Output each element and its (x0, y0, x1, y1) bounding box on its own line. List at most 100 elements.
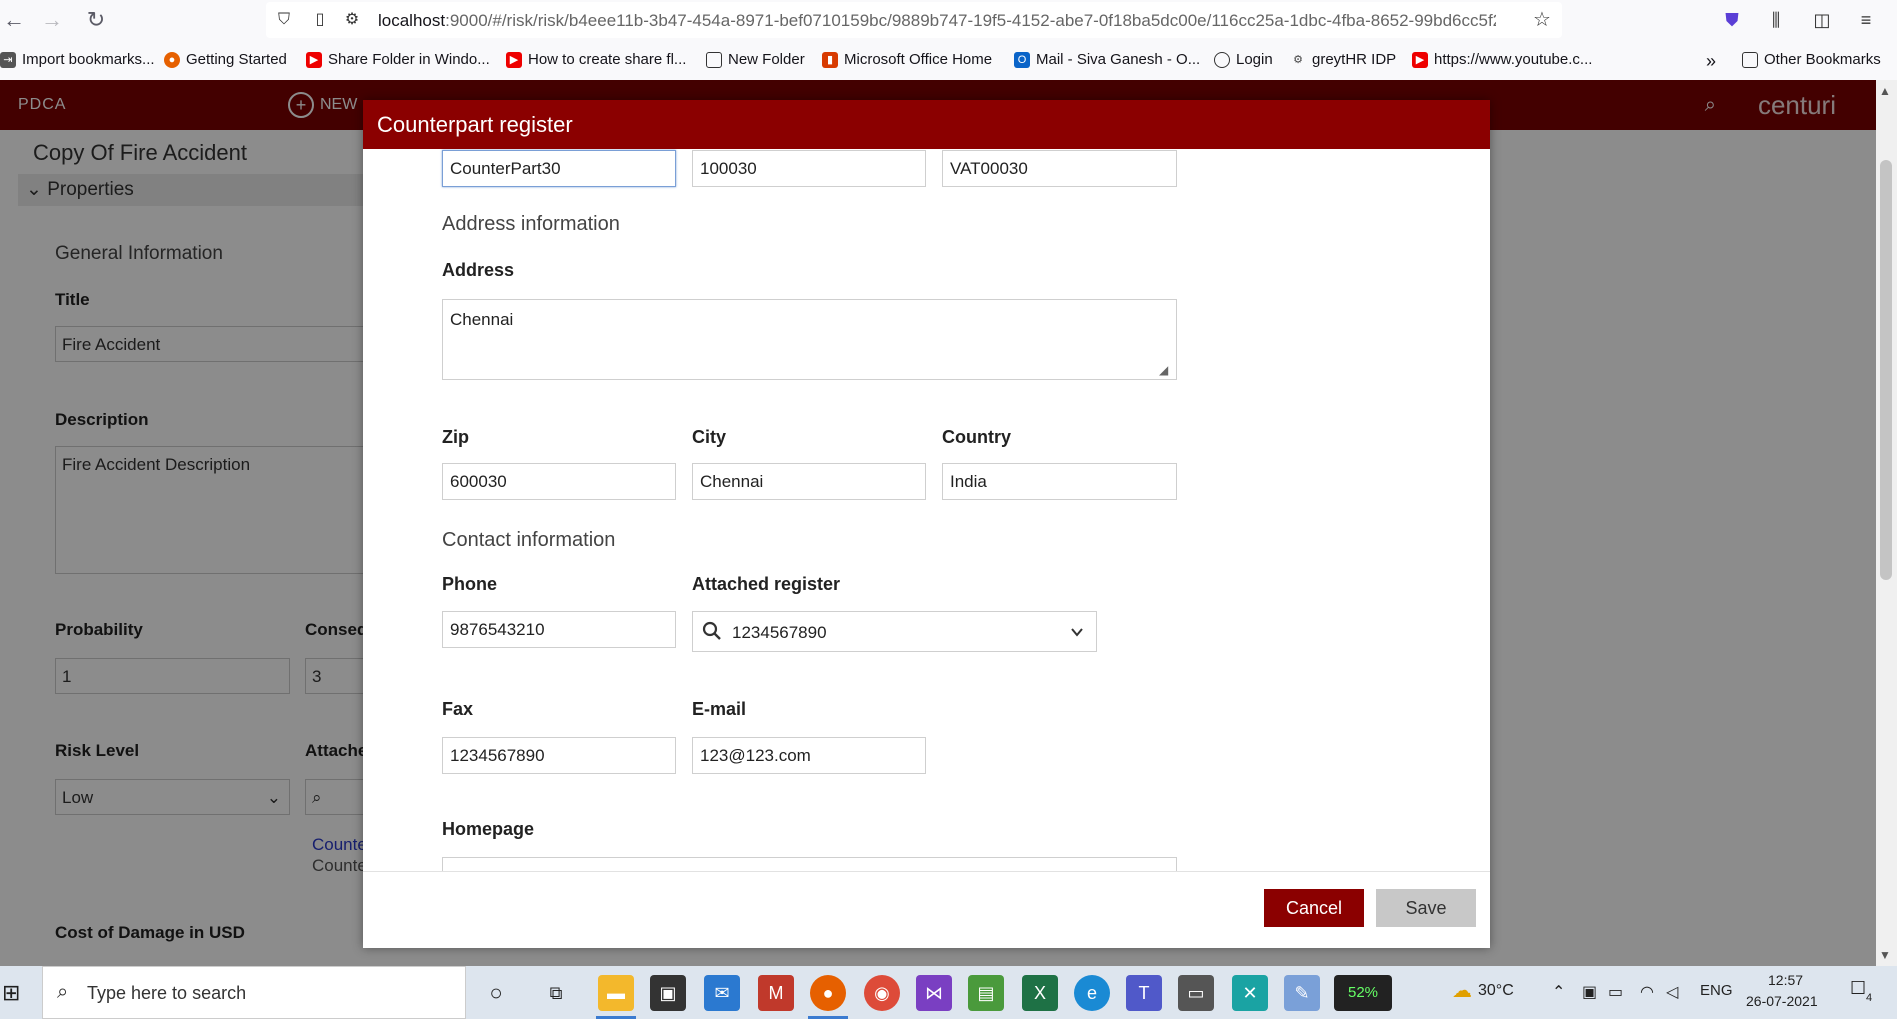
task-view-icon[interactable]: ⧉ (538, 975, 574, 1011)
reload-icon[interactable]: ↻ (82, 6, 110, 34)
bookmarks-overflow-icon[interactable]: » (1706, 51, 1716, 72)
zip-label: Zip (442, 427, 469, 447)
bookmark-share-folder[interactable]: ▶ Share Folder in Windo... (306, 51, 490, 68)
city-input[interactable] (692, 463, 926, 500)
wifi-icon[interactable]: ◠ (1640, 982, 1654, 1002)
contact-section-heading: Contact information (442, 529, 616, 551)
paint-icon[interactable]: ✎ (1284, 975, 1320, 1011)
sidebar-icon[interactable]: ◫ (1808, 6, 1836, 34)
taskbar-search[interactable]: ⌕ Type here to search (42, 966, 466, 1019)
battery-monitor[interactable]: 52% (1334, 975, 1392, 1011)
phone-label: Phone (442, 574, 498, 594)
bookmark-star-icon[interactable]: ☆ (1532, 10, 1552, 30)
address-textarea[interactable]: Chennai (442, 299, 1177, 380)
remote-desktop-icon[interactable]: ▭ (1178, 975, 1214, 1011)
resize-grip-icon[interactable]: ◢ (1159, 363, 1173, 377)
weather-temp[interactable]: 30°C (1478, 982, 1514, 1000)
bookmark-mail[interactable]: O Mail - Siva Ganesh - O... (1014, 51, 1200, 68)
bookmark-login[interactable]: Login (1214, 51, 1273, 68)
cortana-icon[interactable]: ○ (478, 975, 514, 1011)
mail-icon[interactable]: ✉ (704, 975, 740, 1011)
bookmark-getting-started[interactable]: ● Getting Started (164, 51, 287, 68)
back-icon[interactable]: ← (0, 6, 28, 34)
bookmark-create-share[interactable]: ▶ How to create share fl... (506, 51, 686, 68)
cancel-button[interactable]: Cancel (1264, 889, 1364, 927)
edge-icon[interactable]: e (1074, 975, 1110, 1011)
bookmark-import[interactable]: ⇥ Import bookmarks... (0, 51, 155, 68)
search-icon: ⌕ (57, 981, 69, 1003)
url-text[interactable]: localhost:9000/#/risk/risk/b4eee11b-3b47… (378, 11, 1496, 31)
visual-studio-icon[interactable]: ⋈ (916, 975, 952, 1011)
attached-register-label: Attached register (692, 574, 841, 594)
file-explorer-icon[interactable]: ▬ (598, 975, 634, 1011)
tool-icon[interactable]: ✕ (1232, 975, 1268, 1011)
fax-input[interactable] (442, 737, 676, 774)
scroll-down-icon[interactable]: ▼ (1879, 948, 1891, 962)
weather-icon[interactable]: ☁ (1452, 978, 1472, 1003)
firefox-icon[interactable]: ● (810, 975, 846, 1011)
clock-date[interactable]: 26-07-2021 (1746, 993, 1818, 1009)
save-button[interactable]: Save (1376, 889, 1476, 927)
bookmark-other[interactable]: Other Bookmarks (1742, 51, 1881, 68)
import-icon: ⇥ (0, 51, 16, 68)
vat-input[interactable] (942, 150, 1177, 187)
mcafee-icon[interactable]: M (758, 975, 794, 1011)
youtube-icon: ▶ (506, 51, 522, 68)
attached-register-select[interactable]: 1234567890 (692, 611, 1097, 652)
attached-register-value: 1234567890 (732, 623, 827, 642)
page-scrollbar[interactable]: ▲ ▼ (1876, 80, 1897, 966)
fax-label: Fax (442, 699, 474, 719)
bookmark-youtube[interactable]: ▶ https://www.youtube.c... (1412, 51, 1592, 68)
browser-nav-row: ← → ↻ ⛉ ▯ ⚙ localhost:9000/#/risk/risk/b… (0, 0, 1897, 40)
homepage-input[interactable] (442, 857, 1177, 871)
bookmark-new-folder[interactable]: New Folder (706, 51, 805, 68)
counterpart-dialog: Counterpart register Address information… (363, 100, 1490, 948)
taskbar-search-placeholder: Type here to search (87, 983, 247, 1003)
phone-input[interactable] (442, 611, 676, 648)
notifications-icon[interactable]: ☐ (1850, 978, 1866, 999)
dialog-footer: Cancel Save (363, 871, 1490, 948)
teams-icon[interactable]: T (1126, 975, 1162, 1011)
volume-icon[interactable]: ◁ (1666, 982, 1678, 1002)
scrollbar-thumb[interactable] (1880, 160, 1892, 580)
email-label: E-mail (692, 699, 747, 719)
scroll-up-icon[interactable]: ▲ (1879, 84, 1891, 98)
folder-icon (1742, 51, 1758, 68)
city-label: City (692, 427, 727, 447)
zip-input[interactable] (442, 463, 676, 500)
windows-start-icon[interactable]: ⊞ (2, 980, 20, 1006)
forward-icon[interactable]: → (38, 6, 66, 34)
device-icon[interactable]: ▣ (1582, 982, 1597, 1002)
chrome-icon[interactable]: ◉ (864, 975, 900, 1011)
chevron-down-icon[interactable] (1070, 625, 1084, 639)
youtube-icon: ▶ (1412, 51, 1428, 68)
dialog-header: Counterpart register (363, 100, 1490, 149)
tray-expand-icon[interactable]: ⌃ (1552, 982, 1565, 1002)
bookmark-office[interactable]: ▮ Microsoft Office Home (822, 51, 992, 68)
language-indicator[interactable]: ENG (1700, 982, 1733, 999)
address-section-heading: Address information (442, 213, 620, 235)
clock-time[interactable]: 12:57 (1768, 972, 1803, 988)
browser-toolbar: ← → ↻ ⛉ ▯ ⚙ localhost:9000/#/risk/risk/b… (0, 0, 1897, 80)
power-icon[interactable]: ▭ (1608, 982, 1623, 1002)
excel-icon[interactable]: X (1022, 975, 1058, 1011)
pocket-icon[interactable]: ⛊ (1718, 6, 1746, 34)
url-bar[interactable]: ⛉ ▯ ⚙ localhost:9000/#/risk/risk/b4eee11… (266, 2, 1562, 38)
number-input[interactable] (692, 150, 926, 187)
library-icon[interactable]: ⫼ (1762, 6, 1790, 34)
folder-icon (706, 51, 722, 68)
globe-icon (1214, 51, 1230, 68)
bookmark-greythr[interactable]: ⚙ greytHR IDP (1290, 51, 1396, 68)
sql-icon[interactable]: ▤ (968, 975, 1004, 1011)
dialog-body[interactable]: Address information Address Chennai ◢ Zi… (363, 149, 1490, 871)
page-icon[interactable]: ▯ (310, 10, 330, 30)
store-icon[interactable]: ▣ (650, 975, 686, 1011)
permissions-icon[interactable]: ⚙ (342, 10, 362, 30)
outlook-icon: O (1014, 51, 1030, 68)
shield-icon[interactable]: ⛉ (274, 10, 294, 30)
email-input[interactable] (692, 737, 926, 774)
country-input[interactable] (942, 463, 1177, 500)
windows-taskbar: ⊞ ⌕ Type here to search ○ ⧉ ▬ ▣ ✉ M ● ◉ … (0, 966, 1897, 1019)
menu-icon[interactable]: ≡ (1852, 6, 1880, 34)
name-input[interactable] (442, 150, 676, 187)
